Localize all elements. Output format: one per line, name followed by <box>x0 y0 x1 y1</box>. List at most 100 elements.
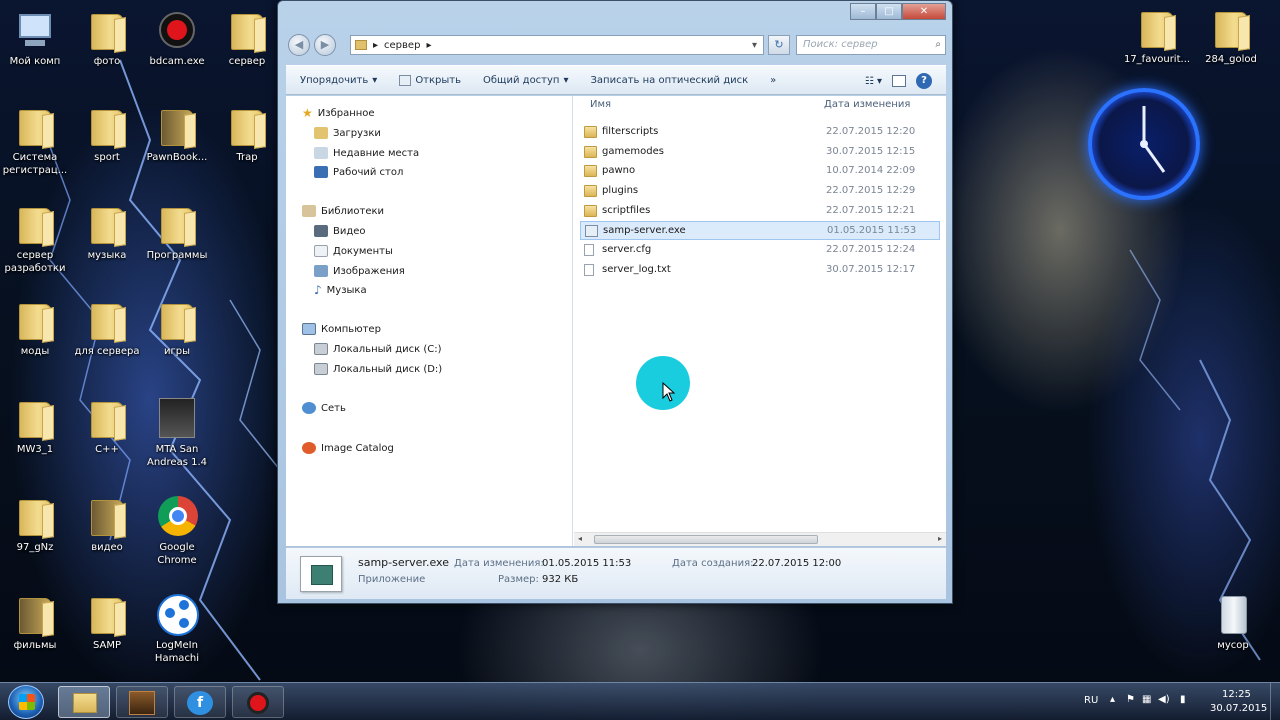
nav-images[interactable]: Изображения <box>314 262 405 280</box>
desktop-icon-cpp[interactable]: C++ <box>72 396 142 456</box>
folder-icon <box>157 104 197 148</box>
view-options-icon[interactable]: ☷ ▾ <box>865 76 882 87</box>
folder-icon <box>87 202 127 246</box>
forward-button[interactable]: ▶ <box>314 34 336 56</box>
desktop-icon-mw3[interactable]: MW3_1 <box>0 396 70 456</box>
desktop-icon-chrome[interactable]: Google Chrome <box>142 494 212 567</box>
file-row[interactable]: plugins 22.07.2015 12:29 <box>580 182 940 201</box>
organize-button[interactable]: Упорядочить ▾ <box>300 75 377 86</box>
file-row[interactable]: pawno 10.07.2014 22:09 <box>580 162 940 181</box>
flag-icon[interactable]: ⚑ <box>1126 694 1135 705</box>
scroll-left-icon[interactable]: ◂ <box>578 534 582 543</box>
taskbar-bandicam[interactable] <box>232 686 284 718</box>
search-input[interactable]: Поиск: сервер ⌕ <box>796 35 946 55</box>
scroll-right-icon[interactable]: ▸ <box>938 534 942 543</box>
desktop-icon-for-server[interactable]: для сервера <box>72 298 142 358</box>
desktop-icon-97gnz[interactable]: 97_gNz <box>0 494 70 554</box>
explorer-window[interactable]: – □ ✕ ◀ ▶ ▸ сервер ▸ ▾ ↻ Поиск: сервер ⌕… <box>277 0 953 604</box>
address-dropdown-icon[interactable]: ▾ <box>752 40 757 51</box>
nav-downloads[interactable]: Загрузки <box>314 124 381 142</box>
nav-disk-c[interactable]: Локальный диск (C:) <box>314 340 442 358</box>
back-button[interactable]: ◀ <box>288 34 310 56</box>
desktop-icon-samp[interactable]: SAMP <box>72 592 142 652</box>
desktop-icon-hamachi[interactable]: LogMeIn Hamachi <box>142 592 212 665</box>
refresh-button[interactable]: ↻ <box>768 35 790 55</box>
start-button[interactable] <box>8 685 44 719</box>
desktop-icon-games[interactable]: игры <box>142 298 212 358</box>
desktop-icon-registration[interactable]: Система регистрац... <box>0 104 70 177</box>
desktop-icon-mta[interactable]: MTA San Andreas 1.4 <box>142 396 212 469</box>
open-button[interactable]: Открыть <box>399 74 461 86</box>
language-indicator[interactable]: RU <box>1084 695 1098 706</box>
file-row[interactable]: scriptfiles 22.07.2015 12:21 <box>580 202 940 221</box>
desktop-icon-video[interactable]: видео <box>72 494 142 554</box>
address-bar[interactable]: ▸ сервер ▸ ▾ <box>350 35 764 55</box>
open-icon <box>399 74 412 86</box>
nav-music[interactable]: ♪ Музыка <box>314 281 367 299</box>
file-row[interactable]: gamemodes 30.07.2015 12:15 <box>580 143 940 162</box>
column-header-name[interactable]: Имя <box>590 99 611 113</box>
desktop-icon-sport[interactable]: sport <box>72 104 142 164</box>
nav-image-catalog[interactable]: Image Catalog <box>302 439 394 457</box>
close-button[interactable]: ✕ <box>902 3 946 20</box>
nav-video[interactable]: Видео <box>314 222 366 240</box>
taskbar-explorer[interactable] <box>58 686 110 718</box>
taskbar-app-f[interactable]: f <box>174 686 226 718</box>
more-button[interactable]: » <box>770 75 776 86</box>
help-icon[interactable]: ? <box>916 73 932 89</box>
record-icon <box>157 8 197 52</box>
desktop-icon-dev-server[interactable]: сервер разработки <box>0 202 70 275</box>
file-row[interactable]: server_log.txt 30.07.2015 12:17 <box>580 261 940 280</box>
search-icon: ⌕ <box>935 39 941 50</box>
network-tray-icon[interactable]: ▦ <box>1142 694 1151 705</box>
file-row[interactable]: server.cfg 22.07.2015 12:24 <box>580 241 940 260</box>
folder-icon <box>15 298 55 342</box>
file-row-selected[interactable]: samp-server.exe 01.05.2015 11:53 <box>580 221 940 240</box>
file-row[interactable]: filterscripts 22.07.2015 12:20 <box>580 123 940 142</box>
desktop-icon-my-computer[interactable]: Мой комп <box>0 8 70 68</box>
nav-documents[interactable]: Документы <box>314 242 393 260</box>
folder-icon <box>87 298 127 342</box>
tray-expand-icon[interactable]: ▴ <box>1110 694 1115 705</box>
desktop-icon-trap[interactable]: Trap <box>212 104 282 164</box>
maximize-button[interactable]: □ <box>876 3 902 20</box>
desktop-icon-photo[interactable]: фото <box>72 8 142 68</box>
folder-icon <box>15 494 55 538</box>
clock-gadget[interactable] <box>1088 88 1200 200</box>
volume-icon[interactable]: ◀) <box>1158 694 1170 705</box>
tray-date[interactable]: 30.07.2015 <box>1210 703 1267 714</box>
desktop-icon-music[interactable]: музыка <box>72 202 142 262</box>
desktop-icon-284-golod[interactable]: 284_golod <box>1196 6 1266 66</box>
desktop-icon-programs[interactable]: Программы <box>142 202 212 262</box>
nav-favorites[interactable]: ★ Избранное <box>302 104 375 122</box>
desktop-icon-pawnbook[interactable]: PawnBook... <box>142 104 212 164</box>
minimize-button[interactable]: – <box>850 3 876 20</box>
nav-disk-d[interactable]: Локальный диск (D:) <box>314 360 442 378</box>
desktop-icon-recycle-bin[interactable]: мусор <box>1198 592 1268 652</box>
desktop-icon <box>314 166 328 178</box>
desktop-icon-bdcam[interactable]: bdcam.exe <box>142 8 212 68</box>
nav-network[interactable]: Сеть <box>302 399 346 417</box>
nav-computer[interactable]: Компьютер <box>302 320 381 338</box>
nav-recent[interactable]: Недавние места <box>314 144 419 162</box>
horizontal-scrollbar[interactable]: ◂ ▸ <box>574 532 946 546</box>
nav-libraries[interactable]: Библиотеки <box>302 202 384 220</box>
desktop-icon-server[interactable]: сервер <box>212 8 282 68</box>
share-button[interactable]: Общий доступ ▾ <box>483 75 568 86</box>
taskbar-game-app[interactable] <box>116 686 168 718</box>
desktop-icon-17-favourit[interactable]: 17_favourit... <box>1122 6 1192 66</box>
desktop-icon-films[interactable]: фильмы <box>0 592 70 652</box>
breadcrumb[interactable]: сервер <box>384 40 420 51</box>
column-header-date[interactable]: Дата изменения <box>824 99 910 113</box>
show-desktop-button[interactable] <box>1270 683 1280 720</box>
scroll-thumb[interactable] <box>594 535 818 544</box>
images-icon <box>314 265 328 277</box>
nav-desktop[interactable]: Рабочий стол <box>314 163 403 181</box>
burn-button[interactable]: Записать на оптический диск <box>591 75 749 86</box>
tray-time[interactable]: 12:25 <box>1222 689 1251 700</box>
breadcrumb-arrow-icon: ▸ <box>373 39 379 51</box>
desktop-icon-mods[interactable]: моды <box>0 298 70 358</box>
chrome-icon <box>157 494 198 538</box>
preview-pane-icon[interactable] <box>892 75 906 87</box>
power-icon[interactable]: ▮ <box>1180 694 1186 705</box>
